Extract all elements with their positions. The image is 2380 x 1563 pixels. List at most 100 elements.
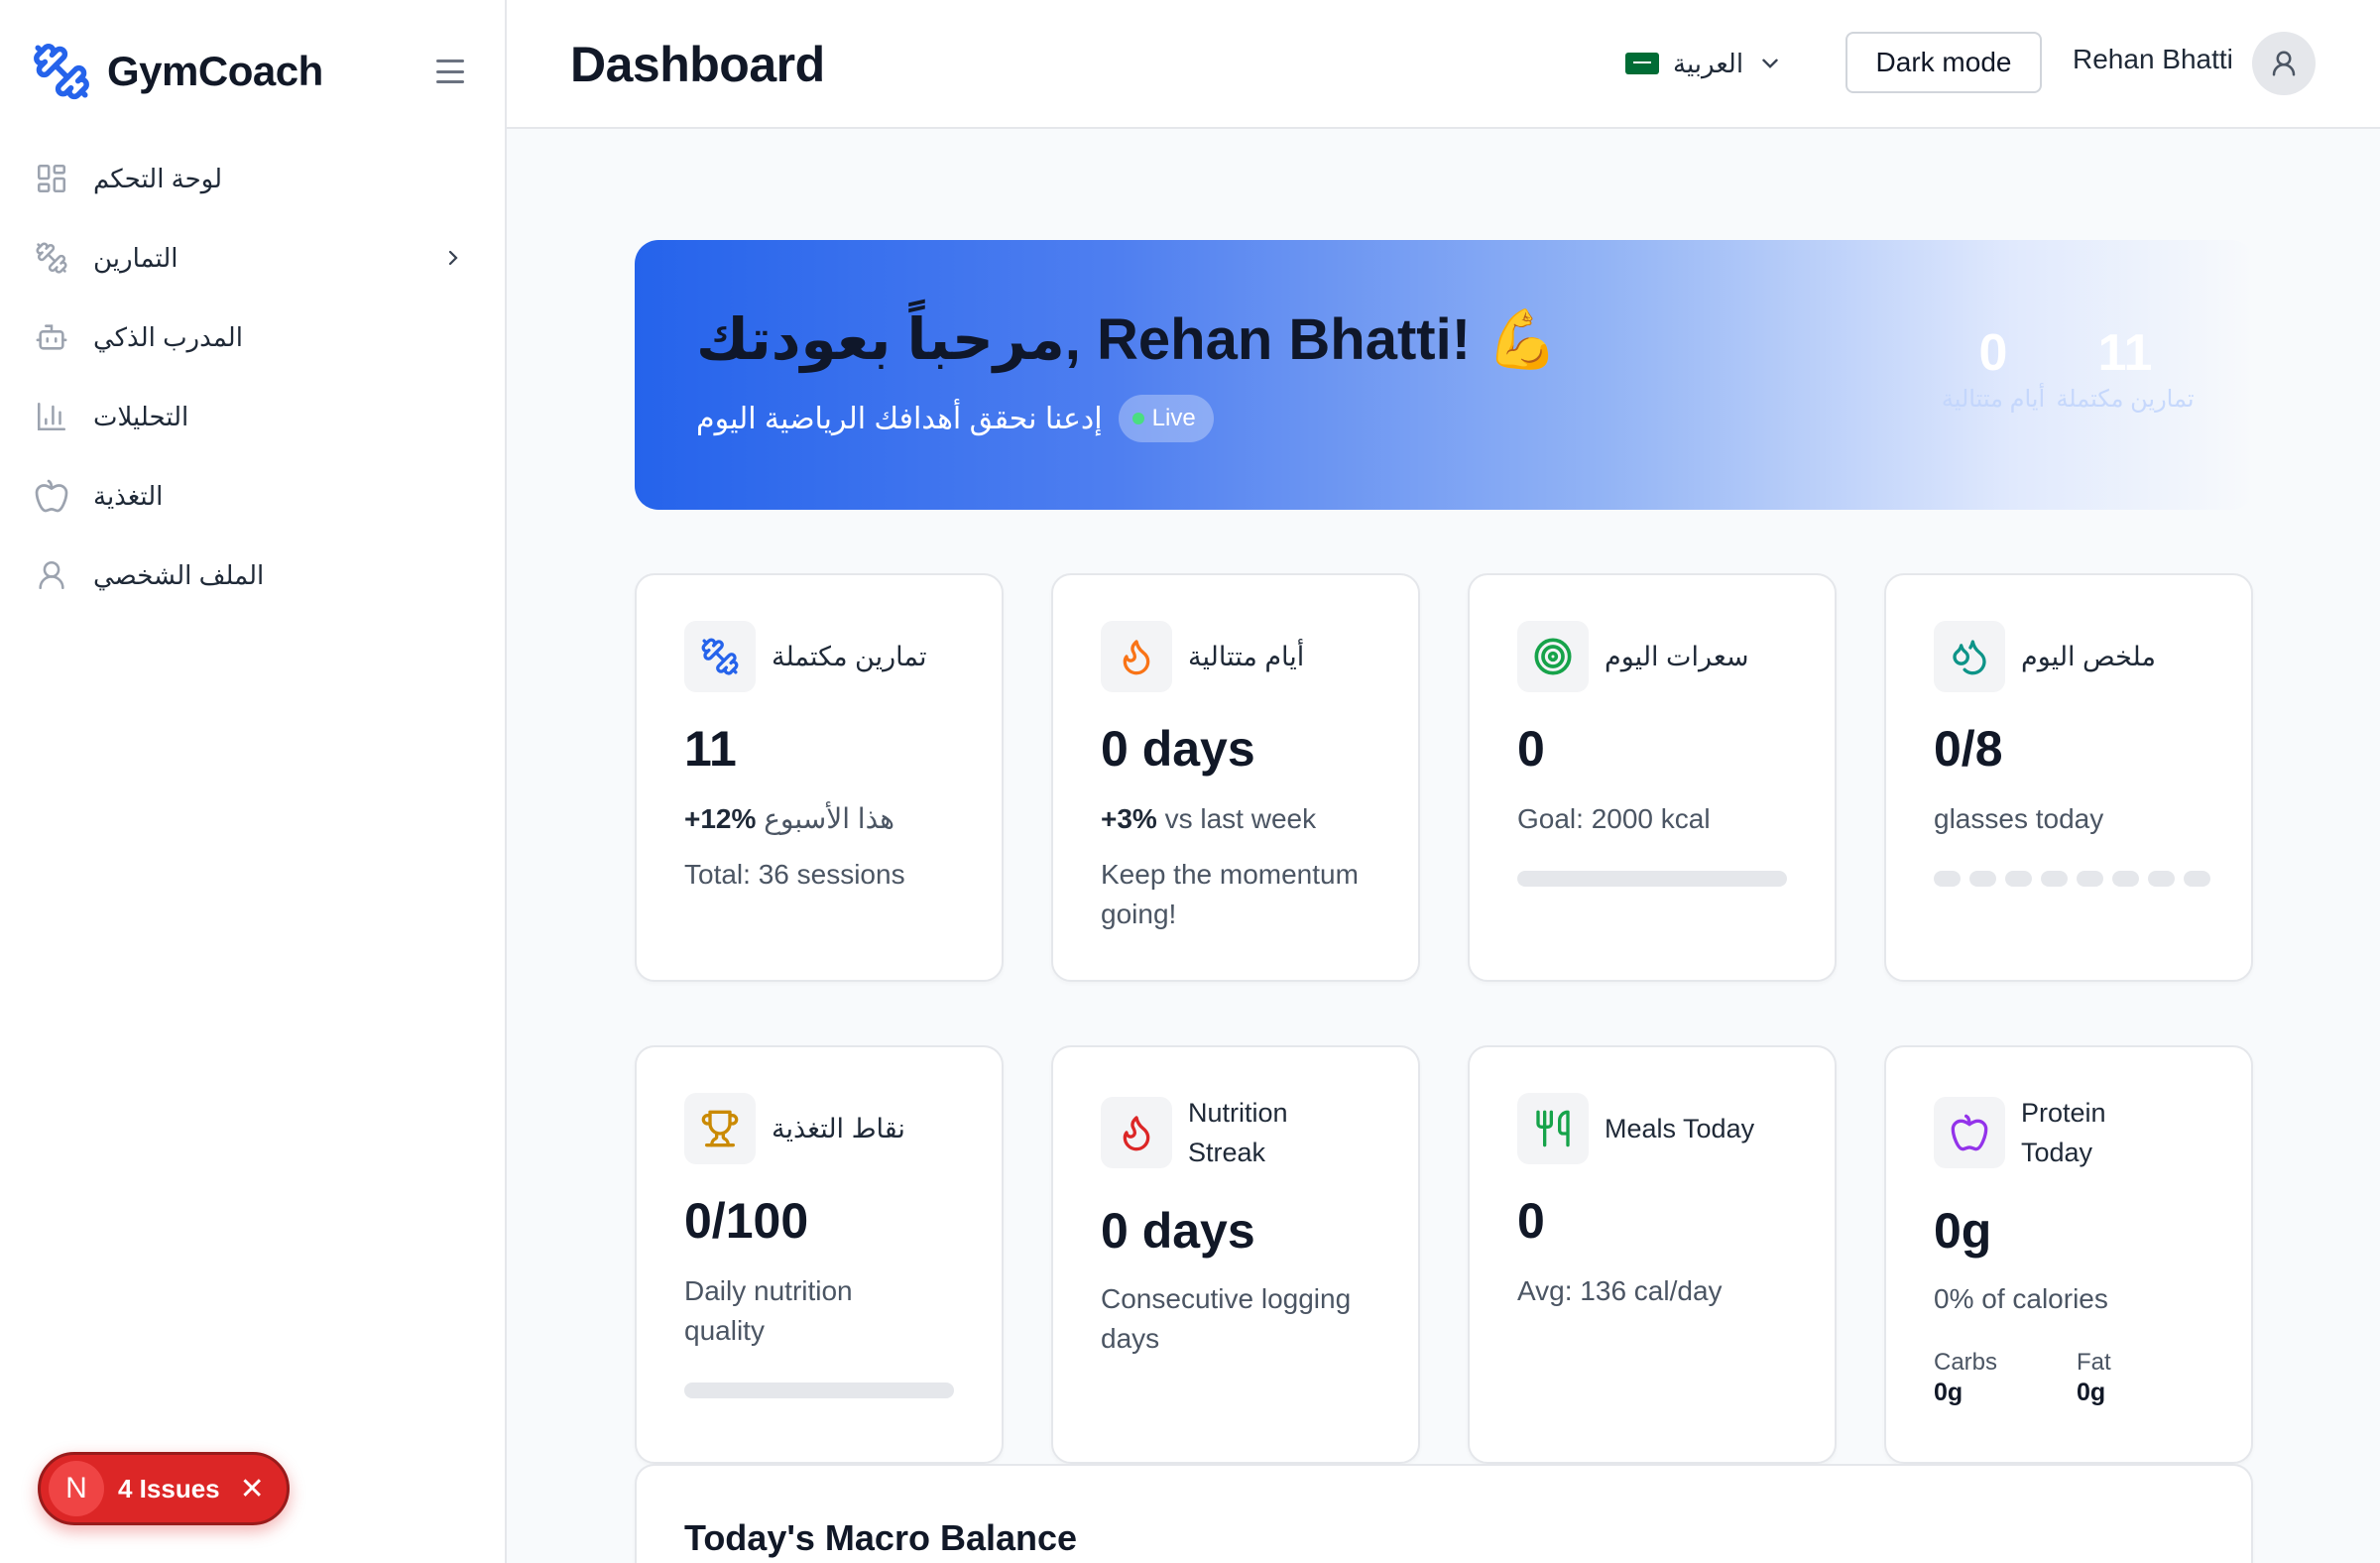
card-value: 0 days (1101, 721, 1255, 777)
card-value: 0g (1934, 1203, 1992, 1259)
card-streak-days: أيام متتالية 0 days +3% vs last week Kee… (1051, 573, 1420, 982)
app-name: GymCoach (107, 48, 323, 94)
sidebar-item-analytics[interactable]: التحليلات (0, 377, 505, 456)
chevron-right-icon[interactable] (441, 244, 465, 272)
sidebar-nav: لوحة التحكم التمارين المدرب الذكي التحلي… (0, 139, 505, 615)
water-glass (2041, 871, 2068, 887)
user-icon (34, 557, 69, 593)
card-meals-today: Meals Today 0 Avg: 136 cal/day (1468, 1045, 1837, 1464)
menu-toggle-icon[interactable] (432, 56, 468, 87)
sidebar-item-profile[interactable]: الملف الشخصي (0, 536, 505, 615)
card-delta: +3% vs last week (1101, 799, 1316, 839)
banner-stat-value: 11 (2097, 324, 2153, 382)
dark-mode-button[interactable]: Dark mode (1845, 32, 2042, 93)
card-completed-workouts: تمارين مكتملة 11 +12% هذا الأسبوع Total:… (635, 573, 1004, 982)
target-icon (1517, 621, 1589, 692)
saudi-flag-icon (1625, 53, 1659, 74)
water-glass (2077, 871, 2103, 887)
welcome-heading: مرحباً بعودتك, Rehan Bhatti! 💪 (696, 307, 1559, 372)
macro-carbs: Carbs 0g (1934, 1349, 1997, 1407)
water-glasses (1934, 871, 2210, 887)
card-subtext: Keep the momentum going! (1101, 859, 1359, 929)
macro-value: 0g (2077, 1379, 2106, 1406)
sidebar-item-nutrition[interactable]: التغذية (0, 456, 505, 536)
card-value: 0 (1517, 1193, 1545, 1249)
trophy-icon (684, 1093, 756, 1164)
sidebar-item-label: التغذية (93, 480, 164, 511)
banner-stat-streak: 0 أيام متتالية (1934, 323, 2053, 414)
banner-stat-label: تمارين مكتملة (2056, 386, 2195, 413)
welcome-banner: مرحباً بعودتك, Rehan Bhatti! 💪 إدعنا نحق… (635, 240, 2255, 510)
section-title: Today's Macro Balance (684, 1517, 1078, 1558)
sidebar-item-label: الملف الشخصي (93, 559, 265, 590)
sidebar-item-label: لوحة التحكم (93, 163, 223, 193)
sidebar-item-label: التمارين (93, 242, 178, 273)
issues-count: 4 Issues (118, 1473, 220, 1503)
card-subtext: Total: 36 sessions (684, 859, 905, 890)
sidebar-item-label: المدرب الذكي (93, 321, 243, 352)
water-glass (2112, 871, 2139, 887)
card-title: نقاط التغذية (772, 1114, 905, 1143)
language-selector[interactable]: العربية (1625, 44, 1783, 83)
card-subtext: Consecutive logging days (1101, 1283, 1352, 1354)
flame-icon (1101, 1097, 1172, 1168)
banner-stat-label: أيام متتالية (1941, 386, 2046, 413)
sidebar-item-workouts[interactable]: التمارين (0, 218, 505, 298)
avatar[interactable] (2252, 32, 2316, 95)
card-water: ملخص اليوم 0/8 glasses today (1884, 573, 2253, 982)
sidebar-item-dashboard[interactable]: لوحة التحكم (0, 139, 505, 218)
card-protein-today: Protein Today 0g 0% of calories Carbs 0g … (1884, 1045, 2253, 1464)
language-label: العربية (1673, 48, 1744, 78)
brand[interactable]: GymCoach (32, 40, 323, 103)
macro-balance-card: Today's Macro Balance (635, 1464, 2253, 1563)
live-label: Live (1151, 405, 1196, 431)
card-subtext: Avg: 136 cal/day (1517, 1275, 1723, 1306)
droplets-icon (1934, 621, 2005, 692)
chevron-down-icon (1762, 59, 1778, 68)
next-logo-icon: N (49, 1461, 104, 1516)
delta-value: +3% (1101, 803, 1157, 834)
water-glass (1969, 871, 1996, 887)
page-title: Dashboard (570, 37, 825, 92)
card-title: Protein Today (2021, 1098, 2106, 1167)
macro-value: 0g (1934, 1379, 1964, 1406)
card-title: Meals Today (1605, 1114, 1755, 1143)
card-title: أيام متتالية (1188, 642, 1305, 671)
delta-text: هذا الأسبوع (764, 803, 895, 834)
grid-icon (34, 161, 69, 196)
dumbbell-icon (34, 240, 69, 276)
card-title: تمارين مكتملة (772, 642, 927, 671)
nutrition-points-progress-bar (684, 1383, 954, 1398)
sidebar-item-ai-coach[interactable]: المدرب الذكي (0, 298, 505, 377)
card-delta: +12% هذا الأسبوع (684, 799, 894, 839)
card-calories: سعرات اليوم 0 Goal: 2000 kcal (1468, 573, 1837, 982)
live-dot-icon (1131, 413, 1144, 424)
card-nutrition-points: نقاط التغذية 0/100 Daily nutrition quali… (635, 1045, 1004, 1464)
utensils-icon (1517, 1093, 1589, 1164)
card-nutrition-streak: Nutrition Streak 0 days Consecutive logg… (1051, 1045, 1420, 1464)
macro-fat: Fat 0g (2077, 1349, 2111, 1407)
issues-badge[interactable]: N 4 Issues ✕ (38, 1452, 290, 1525)
water-glass (2005, 871, 2032, 887)
top-header: Dashboard العربية Dark mode Rehan Bhatti (507, 0, 2380, 129)
card-subtext: Daily nutrition quality (684, 1275, 853, 1346)
calories-progress-bar (1517, 871, 1787, 887)
macro-label: Carbs (1934, 1349, 1998, 1376)
delta-value: +12% (684, 803, 757, 834)
live-badge: Live (1118, 395, 1214, 442)
close-icon[interactable]: ✕ (240, 1472, 265, 1506)
card-subtext: 0% of calories (1934, 1283, 2108, 1314)
banner-stat-value: 0 (1978, 324, 2008, 382)
sidebar-item-label: التحليلات (93, 401, 189, 431)
user-name[interactable]: Rehan Bhatti (2073, 44, 2233, 75)
card-title: ملخص اليوم (2021, 642, 2156, 671)
card-value: 0 (1517, 721, 1545, 777)
card-title: Nutrition Streak (1188, 1098, 1288, 1167)
card-value: 0/100 (684, 1193, 809, 1249)
apple-icon (34, 478, 69, 514)
card-value: 0/8 (1934, 721, 2003, 777)
water-glass (2184, 871, 2210, 887)
card-subtext: Goal: 2000 kcal (1517, 803, 1711, 834)
apple-icon (1934, 1097, 2005, 1168)
sidebar: GymCoach لوحة التحكم التمارين المدرب الذ… (0, 0, 507, 1563)
